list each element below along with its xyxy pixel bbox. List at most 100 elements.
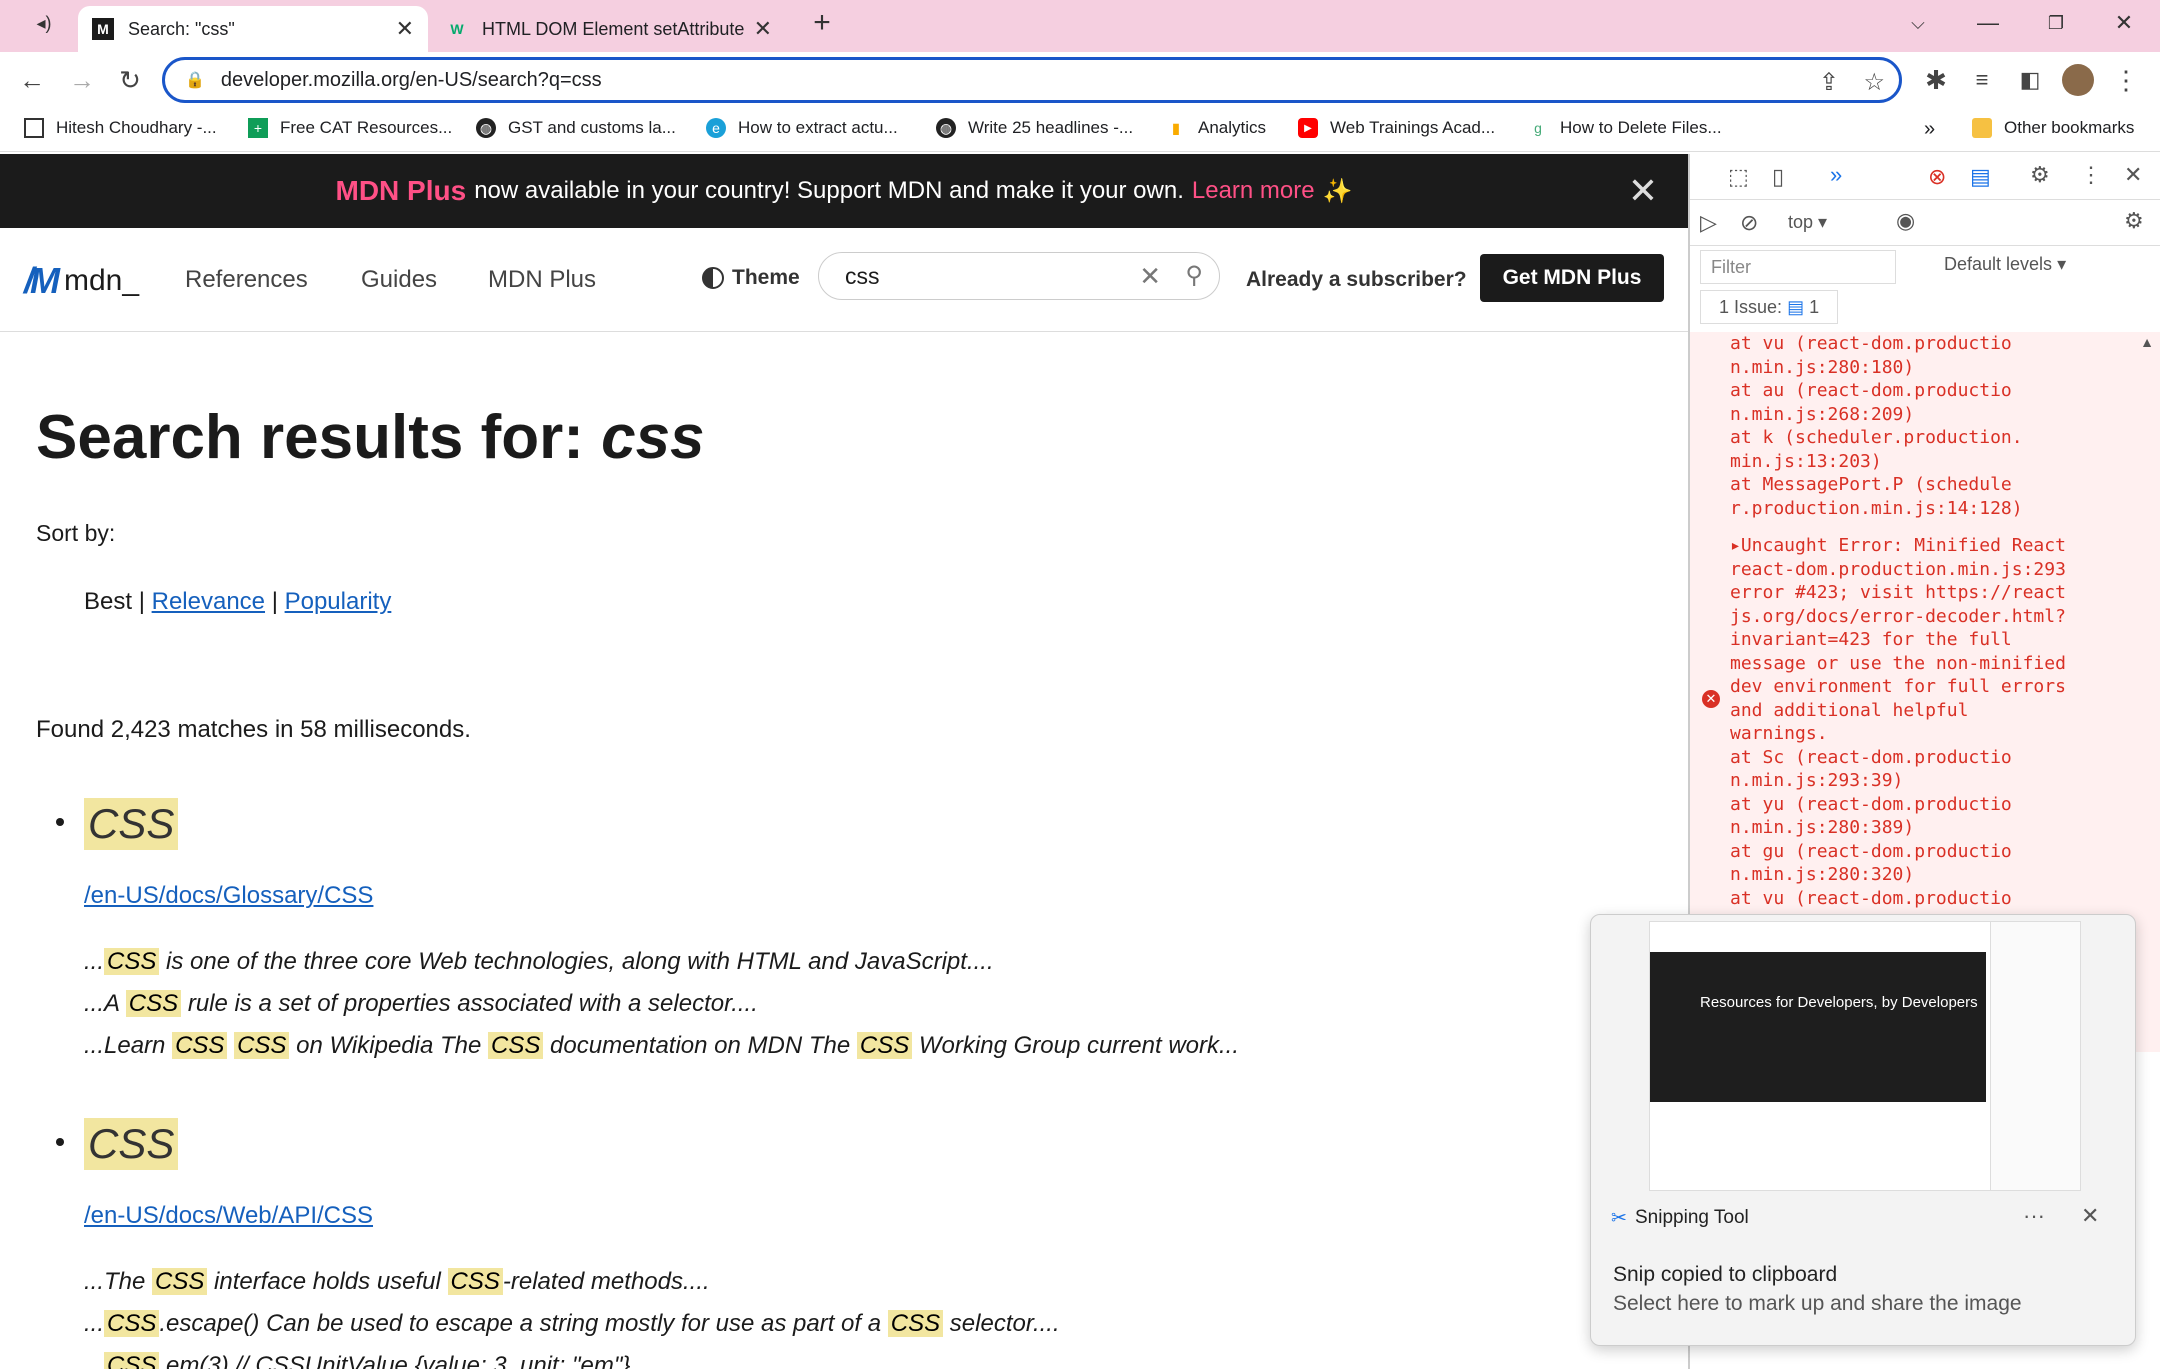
- subscriber-link[interactable]: Already a subscriber?: [1246, 268, 1467, 292]
- console-line: at MessagePort.P (schedule: [1730, 474, 2012, 495]
- console-line: at gu (react-dom.productio: [1730, 840, 2012, 862]
- more-bookmarks-icon[interactable]: »: [1924, 118, 1935, 141]
- tab-title: HTML DOM Element setAttribute: [482, 18, 745, 39]
- sparkle-icon: ✨: [1322, 177, 1353, 205]
- issue-icon: ▤: [1787, 297, 1805, 317]
- close-window-icon[interactable]: ✕: [2104, 0, 2144, 46]
- bookmark-item[interactable]: ◍ Write 25 headlines -...: [936, 118, 1133, 138]
- bookmark-item[interactable]: e How to extract actu...: [706, 118, 898, 138]
- snippet-text: ...: [84, 948, 105, 975]
- forward-icon[interactable]: →: [64, 62, 100, 98]
- console-toolbar: ▷ ⊘ top ▾ ◉ ⚙: [1690, 200, 2160, 246]
- snippet-text: ...: [84, 1310, 105, 1337]
- clear-console-icon[interactable]: ⊘: [1740, 210, 1758, 236]
- sort-relevance-link[interactable]: Relevance: [152, 588, 265, 615]
- console-line: react-dom.production.min.js:293: [1730, 558, 2066, 580]
- get-mdn-plus-button[interactable]: Get MDN Plus: [1480, 254, 1664, 302]
- console-settings-icon[interactable]: ⚙: [2124, 208, 2144, 234]
- extensions-icon[interactable]: ✱: [1918, 62, 1954, 98]
- snippet-text: on Wikipedia The: [289, 1032, 489, 1059]
- snippet-text: ...A: [84, 990, 126, 1017]
- bookmark-item[interactable]: + Free CAT Resources...: [248, 118, 452, 138]
- console-line: n.min.js:293:39): [1730, 770, 1904, 791]
- devtools-menu-icon[interactable]: ⋮: [2080, 162, 2102, 188]
- error-count-icon[interactable]: ⊗: [1928, 164, 1946, 190]
- restore-icon[interactable]: ❐: [2036, 0, 2076, 46]
- new-tab-icon[interactable]: +: [800, 0, 844, 46]
- search-input[interactable]: css ✕ ⚲: [818, 252, 1220, 300]
- bookmark-star-icon[interactable]: ☆: [1863, 68, 1885, 97]
- highlight-term: CSS: [234, 1032, 290, 1059]
- checkbox-icon: [24, 118, 44, 138]
- console-line: warnings.: [1730, 723, 1828, 744]
- address-bar[interactable]: 🔒 developer.mozilla.org/en-US/search?q=c…: [162, 57, 1902, 103]
- menu-icon[interactable]: ⋮: [2108, 62, 2144, 98]
- snip-thumbnail[interactable]: Resources for Developers, by Developers: [1649, 921, 2081, 1191]
- eye-icon[interactable]: ◉: [1896, 208, 1915, 234]
- reload-icon[interactable]: ↻: [112, 62, 148, 98]
- sidebar-toggle-icon[interactable]: ▷: [1700, 210, 1717, 236]
- banner-brand: MDN Plus: [335, 175, 467, 206]
- speaker-icon[interactable]: ◂): [24, 0, 64, 46]
- inspect-icon[interactable]: ⬚: [1728, 164, 1749, 190]
- result-link[interactable]: /en-US/docs/Glossary/CSS: [84, 882, 373, 910]
- clear-search-icon[interactable]: ✕: [1139, 261, 1161, 292]
- result-snippet: ... CSS is one of the three core Web tech…: [84, 948, 994, 976]
- toast-more-icon[interactable]: ···: [2023, 1203, 2045, 1229]
- side-panel-icon[interactable]: ◧: [2012, 62, 2048, 98]
- result-title[interactable]: CSS: [84, 798, 179, 850]
- issues-button[interactable]: 1 Issue: ▤ 1: [1700, 290, 1839, 324]
- close-devtools-icon[interactable]: ✕: [2124, 162, 2142, 188]
- tab-strip: ◂) M Search: "css" ✕ W HTML DOM Element …: [0, 0, 2160, 52]
- list-bullet: [56, 1138, 64, 1146]
- banner-text: now available in your country! Support M…: [474, 177, 1184, 204]
- sort-popularity-link[interactable]: Popularity: [285, 588, 392, 615]
- device-toggle-icon[interactable]: ▯: [1772, 164, 1784, 190]
- share-icon[interactable]: ⇪: [1819, 68, 1839, 97]
- highlight-term: CSS: [104, 948, 160, 975]
- back-icon[interactable]: ←: [14, 62, 50, 98]
- bookmark-item[interactable]: Hitesh Choudhary -...: [24, 118, 217, 138]
- theme-button[interactable]: Theme: [702, 266, 800, 290]
- scroll-up-icon[interactable]: ▲: [2140, 334, 2154, 350]
- result-snippet: ...Learn CSS CSS on Wikipedia The CSS do…: [84, 1032, 1239, 1060]
- sort-best: Best: [84, 588, 133, 615]
- settings-icon[interactable]: ⚙: [2030, 162, 2050, 188]
- avatar[interactable]: [2060, 62, 2096, 98]
- console-line: js.org/docs/error-decoder.html?: [1730, 605, 2066, 627]
- nav-mdn-plus[interactable]: MDN Plus: [488, 266, 596, 294]
- mdn-icon: M: [92, 18, 114, 40]
- toast-close-icon[interactable]: ✕: [2081, 1203, 2099, 1229]
- bookmark-item[interactable]: ◍ GST and customs la...: [476, 118, 676, 138]
- mdn-logo[interactable]: /M mdn_: [24, 260, 139, 302]
- other-bookmarks[interactable]: Other bookmarks: [1972, 118, 2134, 138]
- context-select[interactable]: top ▾: [1788, 212, 1827, 233]
- bookmark-item[interactable]: ▮ Analytics: [1166, 118, 1266, 138]
- bookmark-item[interactable]: ▶ Web Trainings Acad...: [1298, 118, 1495, 138]
- result-link[interactable]: /en-US/docs/Web/API/CSS: [84, 1202, 373, 1230]
- snip-notification[interactable]: Resources for Developers, by Developers …: [1590, 914, 2136, 1346]
- tab-search-icon[interactable]: ⌵: [1898, 0, 1938, 46]
- messages-icon[interactable]: ▤: [1970, 164, 1991, 190]
- media-icon[interactable]: ≡: [1964, 62, 2000, 98]
- filter-input[interactable]: Filter: [1700, 250, 1896, 284]
- nav-guides[interactable]: Guides: [361, 266, 437, 294]
- search-icon[interactable]: ⚲: [1185, 261, 1203, 290]
- close-tab-icon[interactable]: ✕: [396, 16, 414, 42]
- tab-search-css[interactable]: M Search: "css" ✕: [78, 6, 428, 52]
- tab-setattribute[interactable]: W HTML DOM Element setAttribute ✕: [432, 6, 786, 52]
- minimize-icon[interactable]: —: [1968, 0, 2008, 46]
- nav-references[interactable]: References: [185, 266, 308, 294]
- close-banner-icon[interactable]: ✕: [1628, 170, 1658, 212]
- bookmark-item[interactable]: ɡ How to Delete Files...: [1528, 118, 1721, 138]
- more-tabs-icon[interactable]: »: [1830, 162, 1842, 188]
- globe-icon: ◍: [936, 118, 956, 138]
- snipping-tool-icon: ✂: [1611, 1208, 1627, 1229]
- levels-dropdown[interactable]: Default levels ▾: [1944, 254, 2066, 275]
- close-tab-icon[interactable]: ✕: [754, 16, 772, 42]
- theme-icon: [702, 267, 724, 289]
- folder-icon: [1972, 118, 1992, 138]
- console-line: min.js:13:203): [1730, 450, 1882, 472]
- result-title[interactable]: CSS: [84, 1118, 179, 1170]
- learn-more-link[interactable]: Learn more: [1192, 177, 1315, 205]
